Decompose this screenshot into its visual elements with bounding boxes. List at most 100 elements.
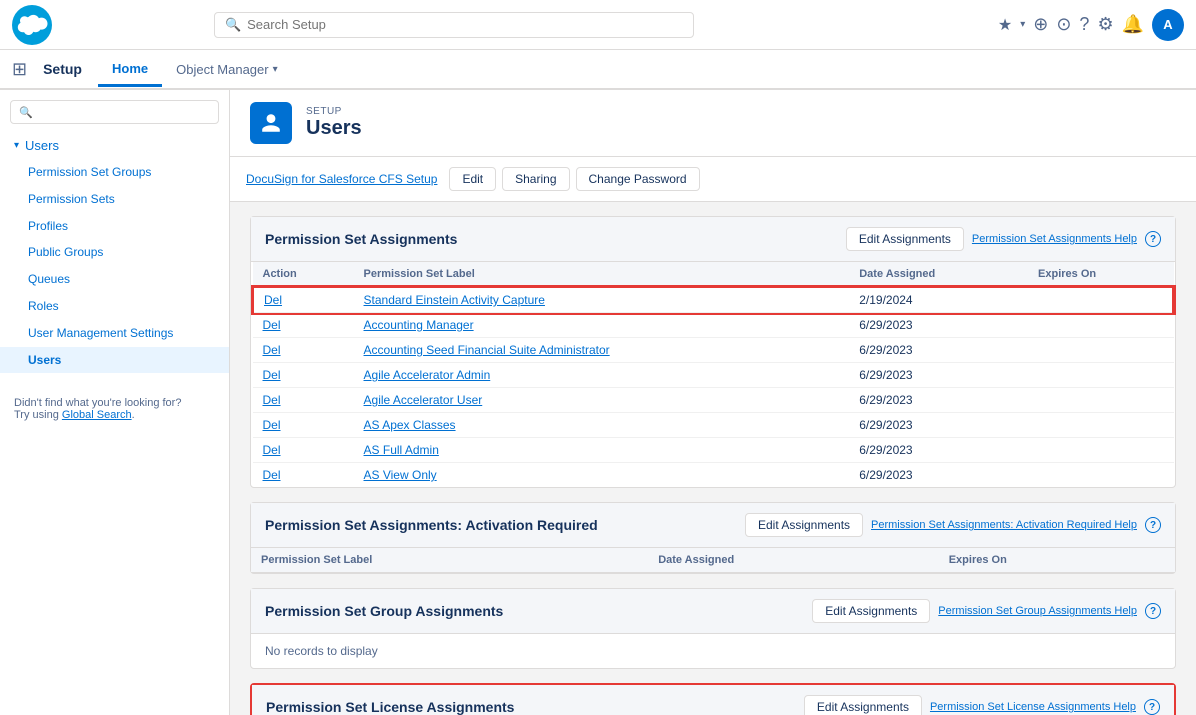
table-row: Del Accounting Manager 6/29/2023 [253,313,1174,338]
perm-label-link[interactable]: Agile Accelerator User [364,393,483,407]
permission-set-license-help-link[interactable]: Permission Set License Assignments Help [930,701,1136,713]
notifications-icon[interactable]: 🔔 [1122,14,1144,35]
perm-label-link[interactable]: AS Apex Classes [364,418,456,432]
del-link[interactable]: Del [263,368,281,382]
sidebar-help-text: Didn't find what you're looking for? Try… [0,383,229,435]
permission-set-group-help-link[interactable]: Permission Set Group Assignments Help [938,605,1137,617]
docusign-link[interactable]: DocuSign for Salesforce CFS Setup [246,172,437,186]
table-row: Del AS View Only 6/29/2023 [253,463,1174,488]
del-link[interactable]: Del [263,343,281,357]
sidebar-item-profiles[interactable]: Profiles [0,213,229,240]
sidebar-search-bar[interactable]: 🔍 users [10,100,219,124]
page-header-text: SETUP Users [306,106,362,140]
perm-label-link[interactable]: AS Full Admin [364,443,439,457]
table-row: Del AS Full Admin 6/29/2023 [253,438,1174,463]
date-assigned: 6/29/2023 [849,313,1028,338]
activation-required-edit-button[interactable]: Edit Assignments [745,513,863,537]
perm-label-link[interactable]: Accounting Seed Financial Suite Administ… [364,343,610,357]
permission-set-group-title: Permission Set Group Assignments [265,603,503,619]
search-icon: 🔍 [225,17,241,33]
date-assigned: 6/29/2023 [849,413,1028,438]
date-assigned: 6/29/2023 [849,388,1028,413]
date-assigned: 6/29/2023 [849,463,1028,488]
date-assigned: 6/29/2023 [849,338,1028,363]
permission-set-license-section: Permission Set License Assignments Edit … [250,683,1176,715]
permission-set-group-edit-button[interactable]: Edit Assignments [812,599,930,623]
top-navigation: 🔍 ★ ▾ ⊕ ⊙ ? ⚙ 🔔 A [0,0,1196,50]
expires-on [1028,313,1173,338]
permission-set-assignments-edit-button[interactable]: Edit Assignments [846,227,964,251]
del-link[interactable]: Del [263,468,281,482]
tab-object-manager[interactable]: Object Manager ▾ [162,54,292,85]
sidebar-search-icon: 🔍 [19,106,33,119]
no-records-text: No records to display [251,634,1175,668]
perm-label-link[interactable]: Accounting Manager [364,318,474,332]
del-link[interactable]: Del [263,318,281,332]
sidebar-item-users[interactable]: Users [0,347,229,374]
avatar[interactable]: A [1152,9,1184,41]
date-assigned: 6/29/2023 [849,438,1028,463]
col-perm-label: Permission Set Label [251,548,648,573]
activation-required-section: Permission Set Assignments: Activation R… [250,502,1176,574]
salesforce-logo[interactable] [12,5,52,45]
permission-set-group-section: Permission Set Group Assignments Edit As… [250,588,1176,669]
activation-required-help-link[interactable]: Permission Set Assignments: Activation R… [871,519,1137,531]
col-action: Action [253,262,354,287]
date-assigned: 2/19/2024 [849,287,1028,313]
sidebar-item-public-groups[interactable]: Public Groups [0,239,229,266]
global-search-bar[interactable]: 🔍 [214,12,694,38]
expires-on [1028,287,1173,313]
breadcrumb: SETUP [306,106,362,117]
permission-set-assignments-help-link[interactable]: Permission Set Assignments Help [972,233,1137,245]
date-assigned: 6/29/2023 [849,363,1028,388]
col-date-assigned-ar: Date Assigned [648,548,939,573]
top-nav-actions: ★ ▾ ⊕ ⊙ ? ⚙ 🔔 A [998,9,1184,41]
add-icon[interactable]: ⊕ [1033,14,1048,35]
user-action-bar: DocuSign for Salesforce CFS Setup Edit S… [230,157,1196,202]
sidebar-section-users[interactable]: ▾ Users [0,132,229,159]
perm-label-link[interactable]: Standard Einstein Activity Capture [364,293,545,307]
tab-home[interactable]: Home [98,53,162,87]
favorites-icon[interactable]: ★ [998,15,1012,35]
permission-set-assignments-help-icon[interactable]: ? [1145,231,1161,247]
sidebar-item-roles[interactable]: Roles [0,293,229,320]
setup-gear-icon[interactable]: ⚙ [1097,14,1113,35]
activation-required-help-icon[interactable]: ? [1145,517,1161,533]
sidebar-item-permission-set-groups[interactable]: Permission Set Groups [0,159,229,186]
sidebar-item-queues[interactable]: Queues [0,266,229,293]
expires-on [1028,388,1173,413]
col-expires-ar: Expires On [939,548,1175,573]
permission-set-group-actions: Edit Assignments Permission Set Group As… [812,599,1161,623]
main-layout: 🔍 users ▾ Users Permission Set Groups Pe… [0,90,1196,715]
favorites-chevron[interactable]: ▾ [1020,19,1025,30]
global-search-link[interactable]: Global Search [62,409,132,421]
permission-set-license-edit-button[interactable]: Edit Assignments [804,695,922,715]
help-icon[interactable]: ? [1079,14,1089,35]
table-row: Del Agile Accelerator User 6/29/2023 [253,388,1174,413]
permission-set-group-help-icon[interactable]: ? [1145,603,1161,619]
apps-icon[interactable]: ⊞ [12,59,27,80]
edit-button[interactable]: Edit [449,167,496,191]
secondary-navigation: ⊞ Setup Home Object Manager ▾ [0,50,1196,90]
del-link[interactable]: Del [263,393,281,407]
del-link[interactable]: Del [263,443,281,457]
permission-set-assignments-header: Permission Set Assignments Edit Assignme… [251,217,1175,262]
perm-label-link[interactable]: Agile Accelerator Admin [364,368,491,382]
table-row: Del Agile Accelerator Admin 6/29/2023 [253,363,1174,388]
search-input[interactable] [247,17,683,32]
del-link[interactable]: Del [264,293,282,307]
page-header: SETUP Users [230,90,1196,157]
switcher-icon[interactable]: ⊙ [1056,14,1071,35]
sidebar-search-input[interactable]: users [37,105,210,119]
sidebar-item-permission-sets[interactable]: Permission Sets [0,186,229,213]
activation-required-table: Permission Set Label Date Assigned Expir… [251,548,1175,573]
change-password-button[interactable]: Change Password [576,167,700,191]
sharing-button[interactable]: Sharing [502,167,569,191]
page-icon [250,102,292,144]
permission-set-license-help-icon[interactable]: ? [1144,699,1160,715]
del-link[interactable]: Del [263,418,281,432]
perm-label-link[interactable]: AS View Only [364,468,437,482]
sidebar-item-user-management-settings[interactable]: User Management Settings [0,320,229,347]
sidebar-nav: ▾ Users Permission Set Groups Permission… [0,132,229,373]
col-date-assigned: Date Assigned [849,262,1028,287]
